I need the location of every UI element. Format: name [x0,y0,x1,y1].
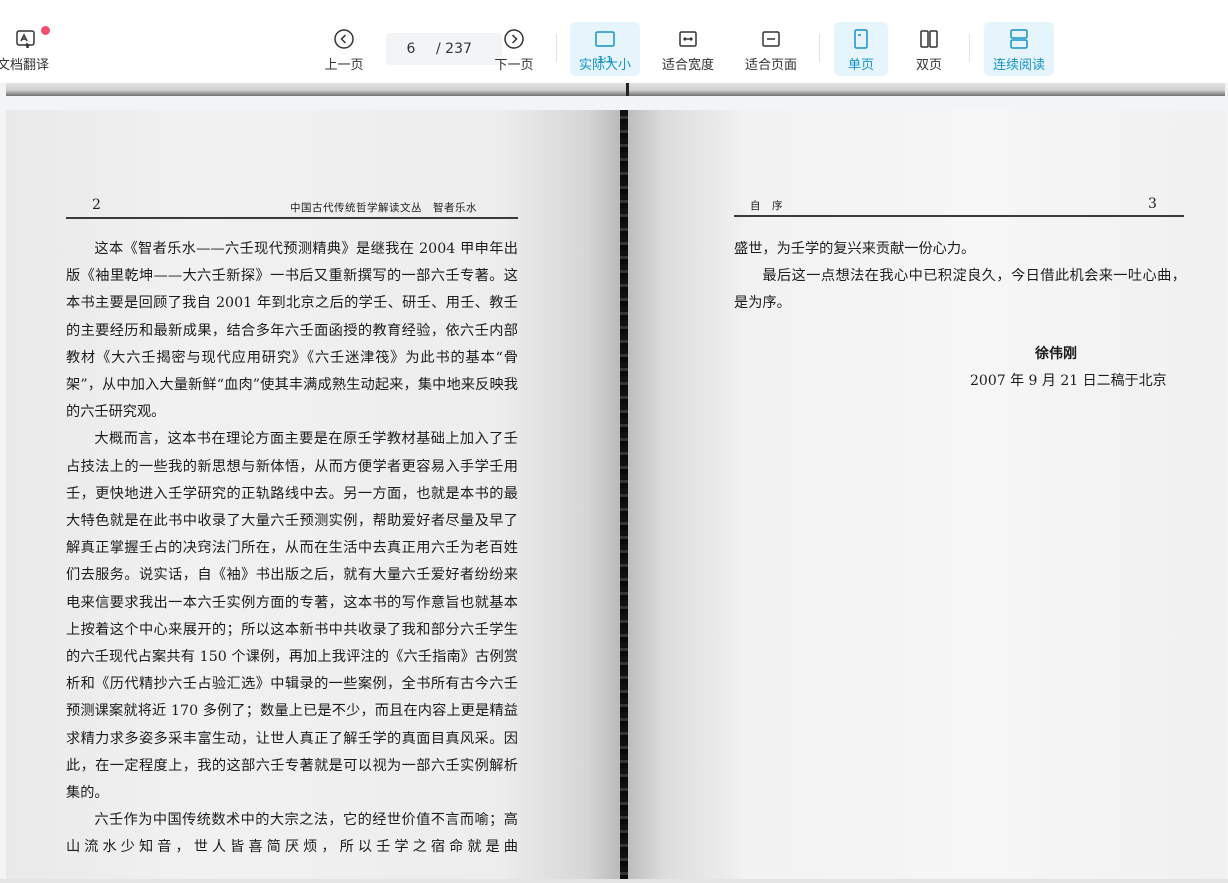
toolbar-divider [969,34,970,62]
right-page-body: 盛世，为壬学的复兴来贡献一份心力。 最后这一点想法在我心中已积淀良久，今日借此机… [734,236,1186,318]
next-page-button[interactable]: 下一页 [488,22,540,76]
left-paragraph-1: 这本《智者乐水——六壬现代预测精典》是继我在 2004 甲申年出版《袖里乾坤——… [66,241,518,421]
continuous-reading-icon [1008,28,1030,50]
bottom-scroll-edge [0,879,1228,883]
translate-icon [15,28,37,50]
single-page-label: 单页 [847,58,874,73]
prev-page-button[interactable]: 上一页 [318,22,370,76]
previous-page-bottom-edge [6,83,1225,96]
fit-width-icon [677,28,699,50]
toolbar-divider [819,34,820,62]
next-page-label: 下一页 [494,58,534,73]
double-page-button[interactable]: 双页 [902,22,956,76]
notification-dot [41,26,50,35]
prev-page-label: 上一页 [324,58,364,73]
left-page-number: 2 [92,197,101,213]
reader-toolbar: 文档翻译 上一页 6 / 237 下一页 1:1 实际大小 适合宽度 适合页面 … [0,0,1228,83]
fit-width-button[interactable]: 适合宽度 [654,22,722,76]
chevron-right-circle-icon [503,28,525,50]
toolbar-divider [556,34,557,62]
right-header-rule [734,215,1184,217]
left-paragraph-3: 六壬作为中国传统数术中的大宗之法，它的经世价值不言而喻；高山流水少知音，世人皆喜… [66,812,518,856]
right-running-header: 自 序 [750,200,783,212]
double-page-icon [918,28,940,50]
signature-date: 2007 年 9 月 21 日二稿于北京 [970,373,1167,389]
page-indicator: 6 / 237 [386,33,502,65]
double-page-label: 双页 [915,58,942,73]
signature-name: 徐伟刚 [1035,346,1077,362]
fit-width-label: 适合宽度 [661,58,714,73]
actual-size-icon: 1:1 [594,28,616,64]
current-page-input[interactable]: 6 [386,41,436,57]
right-paragraph-1: 盛世，为壬学的复兴来贡献一份心力。 [734,241,976,257]
fit-page-icon [760,28,782,50]
left-header-rule [66,217,518,219]
right-page-number: 3 [1148,196,1157,212]
total-pages: / 237 [436,41,472,57]
book-spine-gutter [620,110,628,883]
actual-size-icon-text: 1:1 [597,55,613,64]
left-page-body: 这本《智者乐水——六壬现代预测精典》是继我在 2004 甲申年出版《袖里乾坤——… [66,236,518,862]
scanned-page-spread[interactable]: 2 中国古代传统哲学解读文丛 智者乐水 这本《智者乐水——六壬现代预测精典》是继… [6,110,1225,883]
continuous-reading-label: 连续阅读 [992,58,1045,73]
translate-label: 文档翻译 [0,58,49,73]
left-running-header: 中国古代传统哲学解读文丛 智者乐水 [290,202,477,214]
actual-size-button[interactable]: 1:1 实际大小 [570,22,640,76]
chevron-left-circle-icon [333,28,355,50]
fit-page-button[interactable]: 适合页面 [737,22,805,76]
single-page-button[interactable]: 单页 [834,22,888,76]
left-paragraph-2: 大概而言，这本书在理论方面主要是在原壬学教材基础上加入了壬占技法上的一些我的新思… [66,431,518,802]
fit-page-label: 适合页面 [744,58,797,73]
continuous-reading-button[interactable]: 连续阅读 [984,22,1054,76]
right-paragraph-2: 最后这一点想法在我心中已积淀良久，今日借此机会来一吐心曲，是为序。 [734,268,1186,312]
single-page-icon [850,28,872,50]
right-page [628,110,1225,883]
